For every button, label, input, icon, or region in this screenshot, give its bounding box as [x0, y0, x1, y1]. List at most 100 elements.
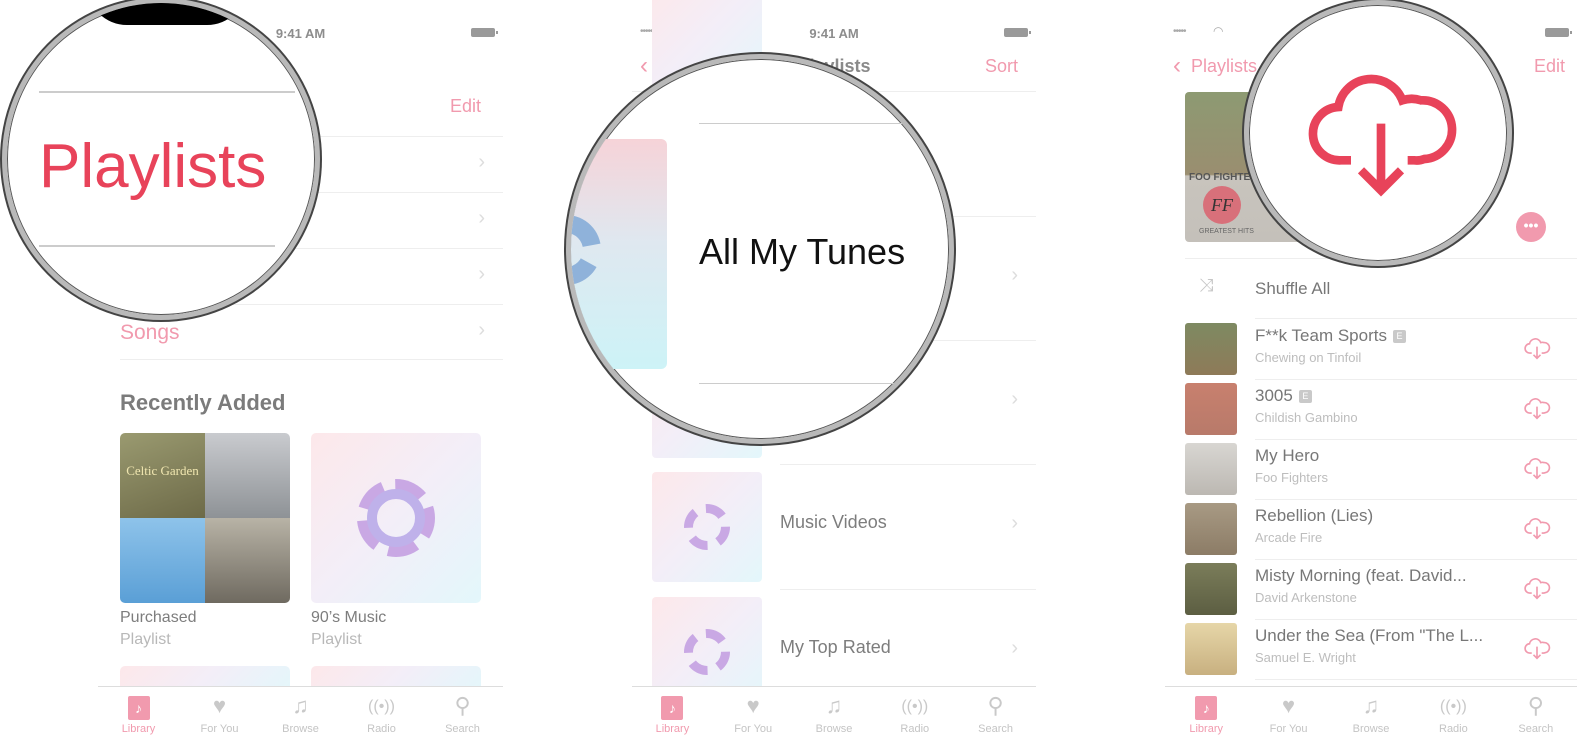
- tab-library[interactable]: ♪ Library: [632, 687, 713, 744]
- battery-icon: [471, 28, 498, 37]
- song-album-art: [1185, 563, 1237, 615]
- status-time: 9:41 AM: [809, 26, 859, 41]
- back-chevron-icon[interactable]: ‹: [1173, 52, 1181, 80]
- song-album-art: [1185, 623, 1237, 675]
- tab-for-you[interactable]: ♥ For You: [713, 687, 794, 744]
- search-icon: ⚲: [987, 693, 1004, 718]
- tab-label: Browse: [815, 723, 853, 735]
- back-chevron-icon[interactable]: ‹: [640, 52, 648, 80]
- signal-icon: •••••: [1173, 26, 1186, 37]
- tab-bar: ♪ Library ♥ For You ♫ Browse ((•)) Radio ⚲ Se…: [632, 686, 1036, 744]
- edit-button[interactable]: Edit: [450, 96, 481, 117]
- battery-icon: [1545, 28, 1572, 37]
- back-button[interactable]: Playlists: [1191, 56, 1257, 77]
- album-art: Celtic Garden: [120, 433, 205, 518]
- explicit-badge: E: [1392, 330, 1406, 343]
- music-note-icon: ♫: [1362, 693, 1380, 718]
- row-label: Songs: [120, 321, 180, 344]
- tab-browse[interactable]: ♫ Browse: [1330, 687, 1412, 744]
- cloud-download-icon[interactable]: [1523, 455, 1551, 483]
- playlist-art: [652, 472, 762, 582]
- divider: [780, 589, 1036, 590]
- song-row[interactable]: Under the Sea (From "The L... Samuel E. W…: [1185, 619, 1577, 680]
- playlist-title: Purchased: [120, 609, 197, 626]
- music-note-icon: ♫: [292, 693, 309, 718]
- song-album-art: [1185, 383, 1237, 435]
- tab-radio[interactable]: ((•)) Radio: [1412, 687, 1494, 744]
- more-options-button[interactable]: •••: [1516, 212, 1546, 242]
- chevron-right-icon: ›: [1011, 512, 1018, 534]
- tab-browse[interactable]: ♫ Browse: [794, 687, 875, 744]
- album-caption: GREATEST HITS: [1199, 228, 1254, 235]
- playlist-name: Music Videos: [780, 512, 887, 532]
- tab-library[interactable]: ♪ Library: [1165, 687, 1247, 744]
- section-title: Recently Added: [120, 390, 286, 415]
- tab-label: Library: [121, 723, 156, 735]
- tab-label: Browse: [1352, 723, 1390, 735]
- divider: [699, 383, 909, 384]
- heart-icon: ♥: [746, 693, 760, 718]
- tab-for-you[interactable]: ♥ For You: [1247, 687, 1329, 744]
- signal-icon: •••••: [640, 26, 653, 37]
- purchased-playlist-art[interactable]: Celtic Garden: [120, 433, 290, 603]
- song-row[interactable]: 3005 E Childish Gambino: [1185, 379, 1577, 440]
- cloud-download-icon[interactable]: [1523, 635, 1551, 663]
- song-album-art: [1185, 503, 1237, 555]
- divider: [699, 123, 909, 124]
- magnified-playlists-label: Playlists: [39, 132, 267, 201]
- song-title: Under the Sea (From "The L...: [1255, 626, 1484, 645]
- playlist-subtitle: Playlist: [311, 631, 362, 648]
- tab-label: Radio: [900, 723, 930, 735]
- tab-label: Library: [655, 723, 690, 735]
- tab-search[interactable]: ⚲ Search: [955, 687, 1036, 744]
- battery-icon: [1004, 28, 1031, 37]
- library-icon: ♪: [661, 696, 684, 720]
- playlist-row-music-videos[interactable]: Music Videos ›: [632, 464, 1036, 588]
- magnifier-playlists: Playlists: [2, 0, 320, 320]
- song-row[interactable]: Rebellion (Lies) Arcade Fire: [1185, 499, 1577, 560]
- song-row[interactable]: Misty Morning (feat. David... David Arken…: [1185, 559, 1577, 620]
- album-art: [205, 433, 290, 518]
- playlist-title: 90’s Music: [311, 609, 387, 626]
- song-title: Rebellion (Lies): [1255, 506, 1374, 525]
- cloud-download-icon[interactable]: [1523, 335, 1551, 363]
- gear-icon: [367, 489, 425, 547]
- 90s-music-playlist-art[interactable]: [311, 433, 481, 603]
- song-row[interactable]: F**k Team Sports E Chewing on Tinfoil: [1185, 319, 1577, 380]
- library-icon: ♪: [1195, 696, 1218, 720]
- tab-for-you[interactable]: ♥ For You: [179, 687, 260, 744]
- cloud-download-icon[interactable]: [1523, 575, 1551, 603]
- magnified-title-fragment: [87, 3, 247, 25]
- library-icon: ♪: [127, 696, 150, 720]
- cloud-download-icon[interactable]: [1523, 515, 1551, 543]
- tab-label: Search: [445, 723, 480, 735]
- tab-search[interactable]: ⚲ Search: [1495, 687, 1577, 744]
- sort-button[interactable]: Sort: [985, 56, 1018, 77]
- tab-search[interactable]: ⚲ Search: [422, 687, 503, 744]
- tab-label: Radio: [367, 723, 396, 735]
- gear-icon: [571, 215, 601, 285]
- shuffle-all-button[interactable]: ⤨ Shuffle All: [1185, 259, 1577, 319]
- radio-icon: ((•)): [901, 698, 929, 715]
- song-album-art: [1185, 323, 1237, 375]
- wifi-icon: ◠: [1213, 24, 1224, 38]
- cloud-download-icon[interactable]: [1523, 395, 1551, 423]
- radio-icon: ((•)): [368, 698, 395, 715]
- divider: [39, 91, 295, 93]
- tab-label: Radio: [1439, 723, 1468, 735]
- tab-label: Library: [1189, 723, 1223, 735]
- tab-radio[interactable]: ((•)) Radio: [874, 687, 955, 744]
- album-art: [205, 518, 290, 603]
- song-title: Misty Morning (feat. David...: [1255, 566, 1467, 585]
- playlist-subtitle: Playlist: [120, 631, 171, 648]
- edit-button[interactable]: Edit: [1534, 56, 1565, 77]
- album-art: [120, 518, 205, 603]
- song-row[interactable]: My Hero Foo Fighters: [1185, 439, 1577, 500]
- tab-label: Search: [1518, 723, 1554, 735]
- status-time: 9:41 AM: [275, 26, 326, 41]
- tab-radio[interactable]: ((•)) Radio: [341, 687, 422, 744]
- cloud-download-icon: [1308, 74, 1457, 197]
- tab-browse[interactable]: ♫ Browse: [260, 687, 341, 744]
- tab-library[interactable]: ♪ Library: [98, 687, 179, 744]
- magnifier-all-my-tunes: All My Tunes: [566, 54, 954, 444]
